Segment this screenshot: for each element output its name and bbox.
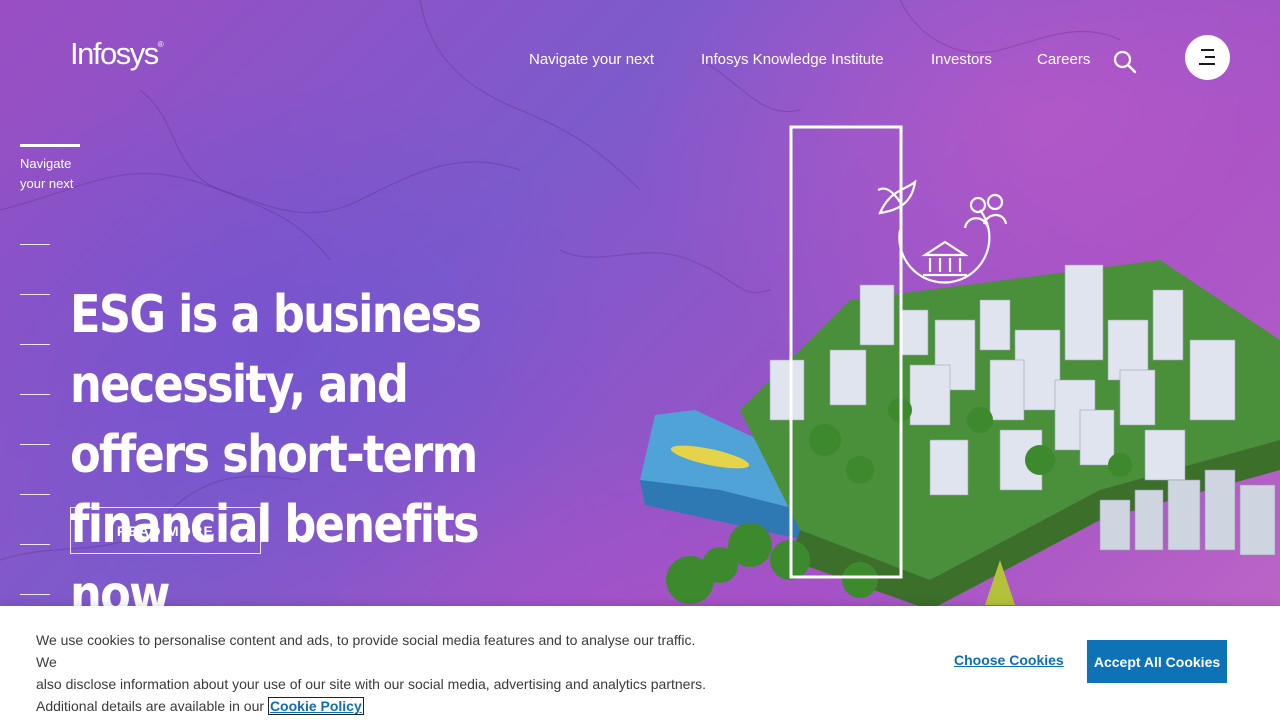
cookie-banner: We use cookies to personalise content an… <box>0 606 1280 720</box>
cookie-text-line1: We use cookies to personalise content an… <box>36 632 696 670</box>
nav-navigate-your-next[interactable]: Navigate your next <box>529 51 654 68</box>
cookie-text-line2: also disclose information about your use… <box>36 676 707 692</box>
slide-tick[interactable] <box>20 544 50 545</box>
slide-label-line1: Navigate <box>20 156 72 171</box>
infosys-logo[interactable]: Infosys® <box>70 36 164 72</box>
hero-headline: ESG is a business necessity, and offers … <box>70 280 672 630</box>
choose-cookies-button[interactable]: Choose Cookies <box>954 652 1064 668</box>
nav-investors[interactable]: Investors <box>931 51 992 68</box>
registered-mark: ® <box>157 40 164 49</box>
slide-tick[interactable] <box>20 244 50 245</box>
slide-label: Navigate your next <box>20 154 100 194</box>
hamburger-menu-icon[interactable] <box>1185 35 1230 80</box>
cookie-message: We use cookies to personalise content an… <box>36 629 716 717</box>
cookie-policy-link[interactable]: Cookie Policy <box>267 697 364 715</box>
slide-tick[interactable] <box>20 594 50 595</box>
slide-tick[interactable] <box>20 294 50 295</box>
nav-careers[interactable]: Careers <box>1037 51 1090 68</box>
headline-line1: ESG is a business necessity, and <box>70 285 482 415</box>
slide-tick[interactable] <box>20 394 50 395</box>
nav-knowledge-institute[interactable]: Infosys Knowledge Institute <box>701 51 884 68</box>
search-icon[interactable] <box>1112 49 1138 75</box>
cookie-text-line3: Additional details are available in our … <box>36 695 716 717</box>
esg-city-illustration <box>640 125 1280 610</box>
cookie-text-line3-label: Additional details are available in our <box>36 698 265 714</box>
logo-wordmark: Infosys <box>70 36 159 71</box>
active-slide-indicator <box>20 144 80 147</box>
slide-tick[interactable] <box>20 344 50 345</box>
slide-label-line2: your next <box>20 176 74 191</box>
slide-tick[interactable] <box>20 444 50 445</box>
accept-all-cookies-button[interactable]: Accept All Cookies <box>1087 640 1227 683</box>
read-more-button[interactable]: READ MORE <box>70 507 261 554</box>
slide-tick[interactable] <box>20 494 50 495</box>
